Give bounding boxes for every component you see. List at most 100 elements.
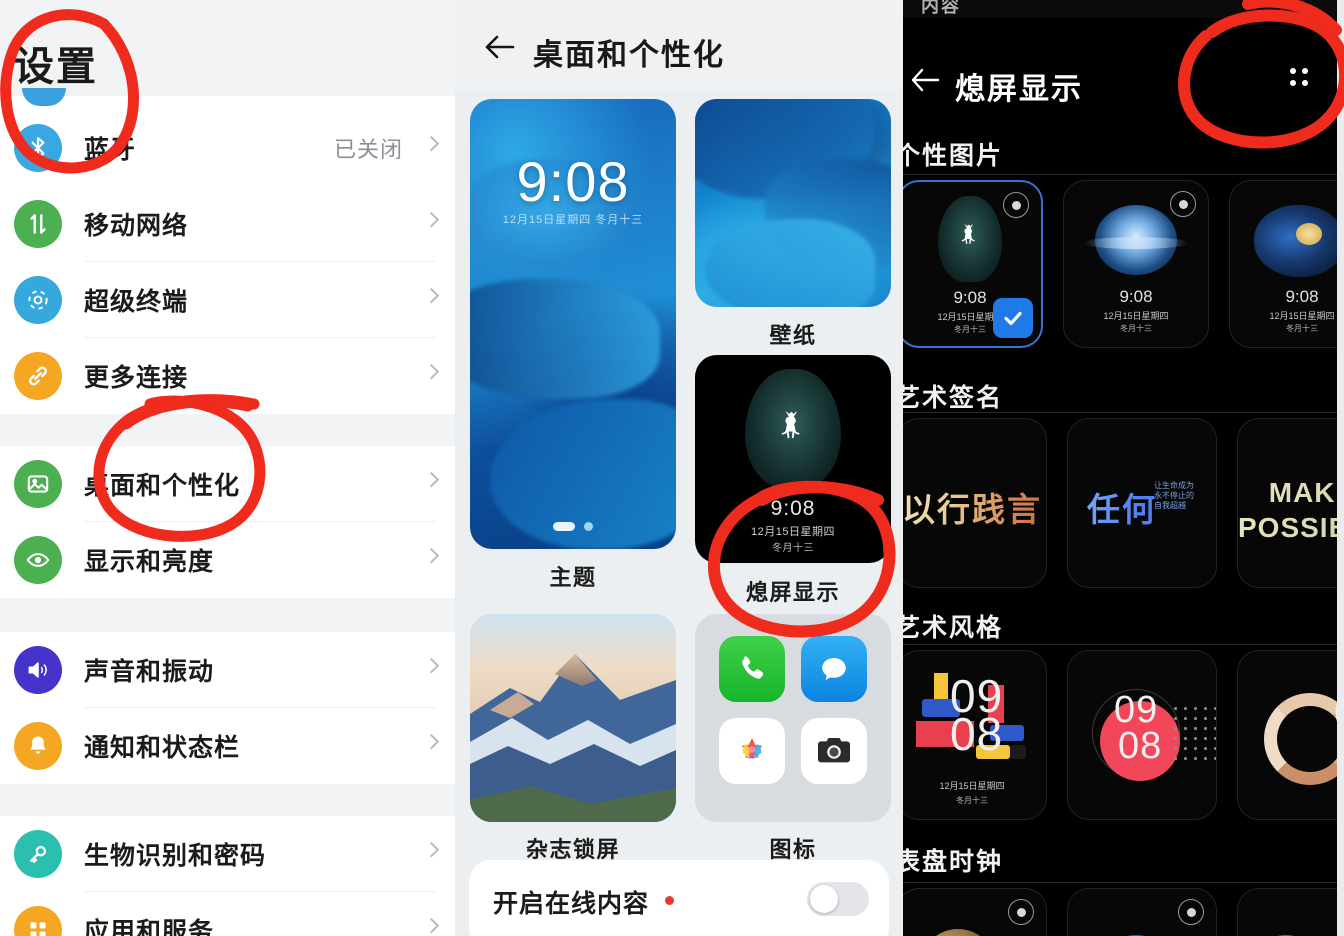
aod-picture-option-2[interactable]: 9:08 12月15日星期四 冬月十三 (1063, 180, 1209, 348)
deer-icon (959, 222, 981, 253)
group-gap (0, 598, 455, 632)
tile-caption-wallpaper: 壁纸 (769, 323, 817, 348)
page-dot-active (553, 522, 575, 531)
mobile-network-icon (14, 200, 62, 248)
option-lunar: 冬月十三 (1120, 324, 1152, 333)
preview-clock: 9:08 (516, 150, 630, 213)
aod-signature-option-1[interactable]: 以行践言 (903, 418, 1047, 588)
aod-picture-option-1[interactable]: 9:08 12月15日星期四 冬月十三 (903, 180, 1043, 348)
sidebar-item-display-brightness[interactable]: 显示和亮度 (0, 522, 455, 598)
section-rule (903, 174, 1344, 175)
preview-date: 12月15日星期四 冬月十三 (502, 214, 644, 226)
super-device-icon (14, 276, 62, 324)
group-gap (0, 784, 455, 816)
section-rule (903, 644, 1344, 645)
preview-eye-icon[interactable] (1178, 899, 1204, 925)
tile-magazine-lockscreen-preview[interactable] (470, 614, 676, 822)
sidebar-item-notifications-statusbar[interactable]: 通知和状态栏 (0, 708, 455, 784)
aod-style-option-gold-ring[interactable]: 09 08 (1237, 650, 1344, 820)
link-icon (14, 352, 62, 400)
aod-panel-header: 熄屏显示 (903, 18, 1344, 106)
desktop-personalization-panel: 桌面和个性化 9:08 12月15日星期四 冬月十三 主题 壁纸 9:08 12… (455, 0, 903, 936)
tile-wallpaper-preview[interactable] (695, 99, 891, 307)
aod-watchface-option-3[interactable] (1237, 888, 1344, 936)
moon-glow (1084, 237, 1188, 249)
apps-grid-icon (14, 906, 62, 936)
section-rule (903, 882, 1344, 883)
dot-grid-decoration (1174, 707, 1216, 762)
page-title: 熄屏显示 (955, 73, 1083, 106)
online-content-label: 开启在线内容 (493, 890, 650, 918)
sidebar-item-label: 超级终端 (84, 288, 189, 316)
eye-icon (14, 536, 62, 584)
sidebar-item-label: 蓝牙 (84, 136, 137, 164)
aod-style-option-mondrian[interactable]: 09 08 12月15日星期四 冬月十三 (903, 650, 1047, 820)
sidebar-item-label: 生物识别和密码 (84, 842, 267, 870)
tile-caption-always-on-display: 熄屏显示 (745, 580, 840, 605)
sidebar-item-biometrics-password[interactable]: 生物识别和密码 (0, 816, 455, 892)
starry-moon (1296, 223, 1322, 245)
chevron-right-icon (423, 547, 440, 564)
aod-signature-option-3[interactable]: MAKEPOSSIBLE (1237, 418, 1344, 588)
settings-group-sound: 声音和振动 通知和状态栏 (0, 632, 455, 784)
selected-check-icon (993, 298, 1033, 338)
tile-icons-preview[interactable] (695, 614, 891, 822)
bluetooth-icon (14, 124, 62, 172)
option-time: 9:08 (1119, 287, 1153, 306)
back-arrow-icon[interactable] (909, 66, 941, 94)
style-time-bottom: 08 (950, 708, 1004, 760)
sidebar-item-more-connections[interactable]: 更多连接 (0, 338, 455, 414)
preview-eye-icon[interactable] (1170, 191, 1196, 217)
tile-theme-preview[interactable]: 9:08 12月15日星期四 冬月十三 (470, 99, 676, 549)
section-title-watch-face-clock: 表盘时钟 (903, 848, 1004, 876)
online-content-row[interactable]: 开启在线内容 (469, 860, 889, 936)
aod-watchface-option-2[interactable] (1067, 888, 1217, 936)
preview-eye-icon[interactable] (1008, 899, 1034, 925)
sidebar-item-desktop-personalization[interactable]: 桌面和个性化 (0, 446, 455, 522)
desktop-panel-header: 桌面和个性化 (455, 0, 903, 90)
chevron-right-icon (423, 841, 440, 858)
signature-subtext: 让生命成为 永不停止的 自我超越 (1154, 481, 1194, 510)
chevron-right-icon (423, 363, 440, 380)
section-title-art-signature: 艺术签名 (903, 384, 1004, 412)
deer-icon (778, 409, 808, 448)
page-indicator (470, 522, 676, 531)
sidebar-item-mobile-network[interactable]: 移动网络 (0, 186, 455, 262)
aod-signature-option-2[interactable]: 任何 让生命成为 永不停止的 自我超越 (1067, 418, 1217, 588)
sidebar-item-label: 声音和振动 (84, 658, 215, 686)
settings-group-security: 生物识别和密码 应用和服务 (0, 816, 455, 936)
sidebar-item-super-device[interactable]: 超级终端 (0, 262, 455, 338)
bluetooth-status: 已关闭 (333, 137, 403, 162)
phone-icon (719, 636, 785, 702)
chevron-right-icon (423, 287, 440, 304)
new-dot-badge (665, 896, 674, 905)
aod-watchface-option-1[interactable] (903, 888, 1047, 936)
settings-group-connectivity: 蓝牙 已关闭 移动网络 超级终端 更多连接 (0, 110, 455, 414)
aod-style-option-red-circle[interactable]: 09 08 (1067, 650, 1217, 820)
gold-ring-shape (1264, 693, 1344, 785)
sidebar-item-bluetooth[interactable]: 蓝牙 已关闭 (0, 110, 455, 186)
style-time-bottom: 08 (1118, 725, 1163, 767)
signature-text: MAKEPOSSIBLE (1238, 475, 1344, 545)
sidebar-item-sound-vibration[interactable]: 声音和振动 (0, 632, 455, 708)
back-arrow-icon[interactable] (483, 32, 517, 62)
page-dot (584, 522, 593, 531)
key-icon (14, 830, 62, 878)
aod-picture-option-3[interactable]: 9:08 12月15日星期四 冬月十三 (1229, 180, 1344, 348)
sidebar-item-label: 桌面和个性化 (84, 472, 241, 500)
settings-group-display: 桌面和个性化 显示和亮度 (0, 446, 455, 598)
sidebar-item-label: 显示和亮度 (84, 548, 215, 576)
always-on-display-panel: 内容 熄屏显示 个性图片 9:08 12月15日星期四 冬月十三 9:08 12… (903, 0, 1344, 936)
more-dots-icon[interactable] (1290, 66, 1308, 94)
option-lunar: 冬月十三 (1286, 324, 1318, 333)
sidebar-item-label: 通知和状态栏 (84, 734, 241, 762)
settings-top-card-edge (0, 96, 455, 110)
online-content-toggle[interactable] (807, 882, 869, 916)
style-time-top: 09 (1114, 689, 1159, 731)
aod-preview-lunar: 冬月十三 (772, 543, 814, 554)
aod-cut-strip: 内容 (903, 0, 1344, 18)
tile-always-on-display-preview[interactable]: 9:08 12月15日星期四 冬月十三 (695, 355, 891, 563)
preview-eye-icon[interactable] (1003, 192, 1029, 218)
aod-preview-time: 9:08 (770, 497, 816, 520)
sidebar-item-apps-services[interactable]: 应用和服务 (0, 892, 455, 936)
